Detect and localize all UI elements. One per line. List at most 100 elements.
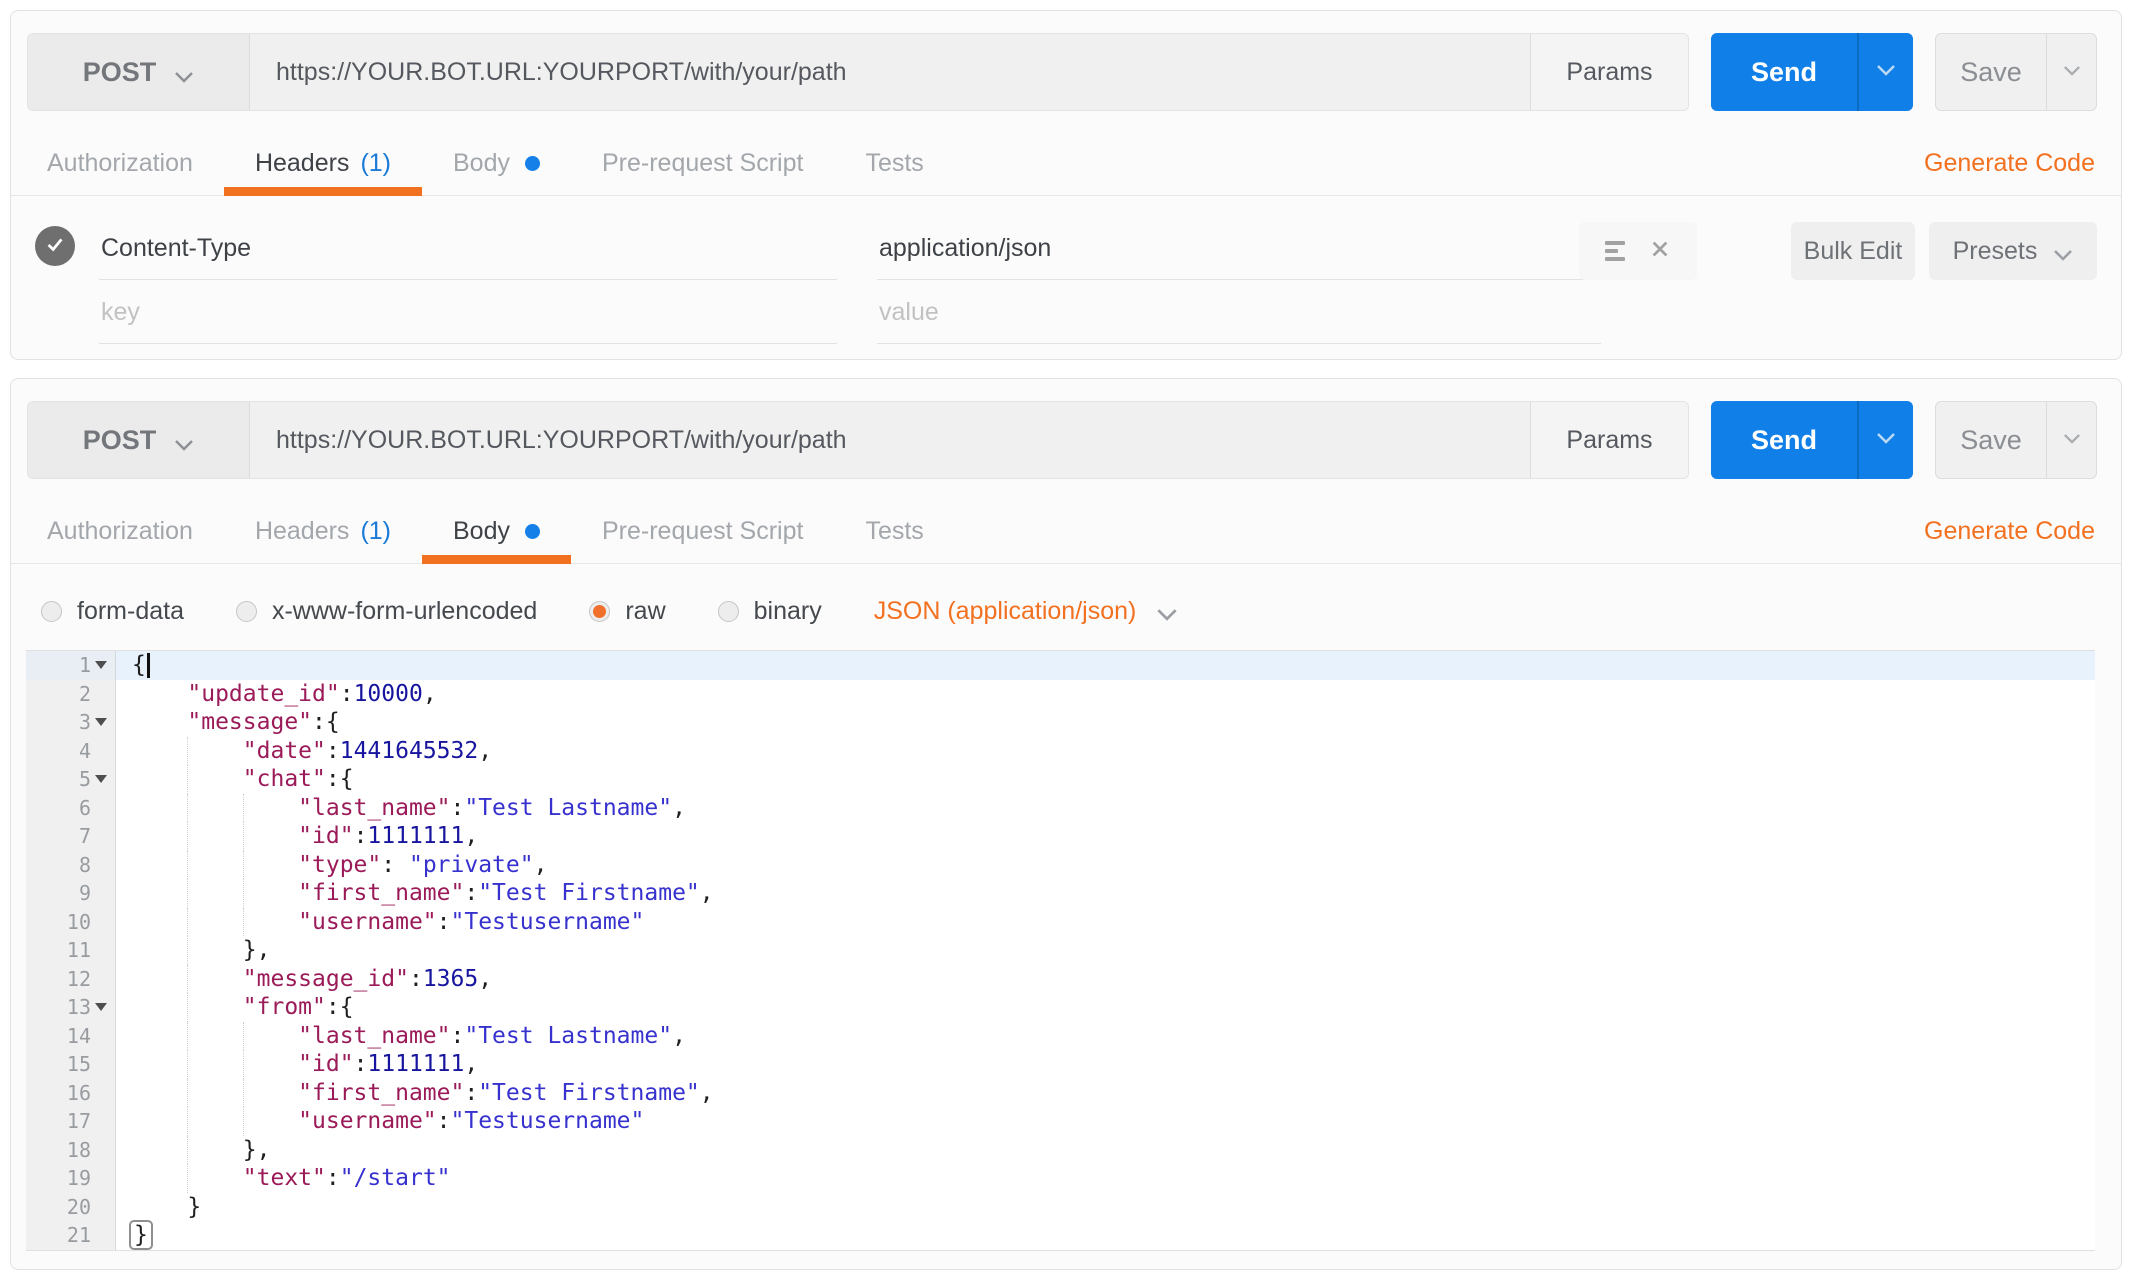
tab-tests[interactable]: Tests [834,135,954,191]
line-number-gutter[interactable]: 20 [26,1192,116,1221]
bulk-edit-button[interactable]: Bulk Edit [1791,222,1915,280]
url-input[interactable]: https://YOUR.BOT.URL:YOURPORT/with/your/… [250,34,1530,110]
fold-toggle-icon[interactable] [91,718,111,727]
code-line-content[interactable]: "from":{ [116,993,2095,1022]
tab-authorization[interactable]: Authorization [35,135,224,191]
code-line-content[interactable]: }, [116,936,2095,965]
code-line-content[interactable]: "id":1111111, [116,1050,2095,1079]
menu-icon[interactable] [1605,241,1625,261]
tab-headers[interactable]: Headers (1) [223,135,423,196]
code-token: }, [242,937,271,964]
code-line-content[interactable]: "chat":{ [116,765,2095,794]
line-number-gutter[interactable]: 17 [26,1107,116,1136]
code-line-content[interactable]: "text": "/start" [116,1164,2095,1193]
save-button[interactable]: Save [1936,402,2046,478]
line-number-gutter[interactable]: 3 [26,708,116,737]
line-number-gutter[interactable]: 19 [26,1164,116,1193]
line-number-gutter[interactable]: 7 [26,822,116,851]
header-row-checkbox[interactable] [35,226,75,266]
generate-code-link[interactable]: Generate Code [1924,149,2095,178]
radio-label: binary [753,596,822,625]
code-line-content[interactable]: "first_name": "Test Firstname", [116,879,2095,908]
tab-label: Tests [865,516,924,545]
code-token: : [325,737,340,764]
header-value-input[interactable]: application/json [877,220,1601,280]
code-line-content[interactable]: "date":1441645532, [116,736,2095,765]
line-number-gutter[interactable]: 18 [26,1135,116,1164]
radio-x-www-form-urlencoded[interactable]: x-www-form-urlencoded [235,597,537,626]
code-line-content[interactable]: } [116,1220,2095,1251]
code-line-content[interactable]: "message_id":1365, [116,964,2095,993]
tab-tests[interactable]: Tests [834,503,954,559]
radio-binary[interactable]: binary [717,596,822,626]
code-token: "username" [298,1108,437,1135]
code-token: :{ [312,709,340,736]
method-dropdown[interactable]: POST [28,402,250,478]
params-button[interactable]: Params [1530,402,1688,478]
new-header-value-input[interactable]: value [877,284,1601,344]
code-line-content[interactable]: "last_name": "Test Lastname", [116,793,2095,822]
fold-toggle-icon[interactable] [91,661,111,670]
line-number-gutter[interactable]: 4 [26,736,116,765]
code-token: { [132,652,146,679]
line-number-gutter[interactable]: 8 [26,850,116,879]
new-header-key-input[interactable]: key [99,284,837,344]
line-number-gutter[interactable]: 16 [26,1078,116,1107]
fold-toggle-icon[interactable] [91,1003,111,1012]
line-number-gutter[interactable]: 1 [26,651,116,680]
line-number-gutter[interactable]: 13 [26,993,116,1022]
send-options-button[interactable] [1857,33,1913,111]
line-number-gutter[interactable]: 11 [26,936,116,965]
code-line-content[interactable]: "username": "Testusername" [116,1107,2095,1136]
save-options-button[interactable] [2046,34,2096,110]
code-line-content[interactable]: } [116,1193,2095,1222]
line-number-gutter[interactable]: 10 [26,907,116,936]
presets-button[interactable]: Presets [1929,222,2097,280]
code-token: "Test Lastname" [464,794,673,821]
tab-pre-request-script[interactable]: Pre-request Script [571,135,834,191]
generate-code-link[interactable]: Generate Code [1924,517,2095,546]
code-line-content[interactable]: "last_name": "Test Lastname", [116,1021,2095,1050]
method-dropdown[interactable]: POST [28,34,250,110]
params-button[interactable]: Params [1530,34,1688,110]
save-button[interactable]: Save [1936,34,2046,110]
radio-icon [589,600,611,622]
line-number-gutter[interactable]: 6 [26,793,116,822]
tab-pre-request-script[interactable]: Pre-request Script [571,503,834,559]
line-number-gutter[interactable]: 12 [26,964,116,993]
code-editor[interactable]: 1 {2 "update_id":10000, 3 "message":{4 "da… [26,650,2095,1251]
body-type-label: JSON (application/json) [873,596,1137,625]
line-number-gutter[interactable]: 9 [26,879,116,908]
line-number-gutter[interactable]: 2 [26,679,116,708]
tab-authorization[interactable]: Authorization [35,503,224,559]
code-line-content[interactable]: "id":1111111, [116,822,2095,851]
delete-icon[interactable] [1649,238,1671,265]
radio-form-data[interactable]: form-data [41,597,184,626]
send-options-button[interactable] [1857,401,1913,479]
code-token: "last_name" [298,794,451,821]
header-key-input[interactable]: Content-Type [99,220,837,280]
tab-body[interactable]: Body [422,135,571,191]
code-line-content[interactable]: "username": "Testusername" [116,907,2095,936]
body-type-select[interactable]: JSON (application/json) [874,595,1179,628]
line-number-gutter[interactable]: 21 [26,1221,116,1250]
line-number-gutter[interactable]: 5 [26,765,116,794]
code-line: 4 "date":1441645532, [26,736,2095,765]
line-number-gutter[interactable]: 14 [26,1021,116,1050]
send-button[interactable]: Send [1711,33,1857,111]
code-line-content[interactable]: "first_name": "Test Firstname", [116,1078,2095,1107]
fold-toggle-icon[interactable] [91,775,111,784]
radio-raw[interactable]: raw [589,597,666,626]
save-options-button[interactable] [2046,402,2096,478]
code-line-content[interactable]: { [116,651,2095,680]
code-line-content[interactable]: "message":{ [116,708,2095,737]
url-input[interactable]: https://YOUR.BOT.URL:YOURPORT/with/your/… [250,402,1530,478]
code-line-content[interactable]: "update_id":10000, [116,680,2095,709]
send-button[interactable]: Send [1711,401,1857,479]
code-token: "private" [408,851,534,878]
code-line-content[interactable]: }, [116,1135,2095,1164]
tab-body[interactable]: Body [422,503,571,564]
line-number-gutter[interactable]: 15 [26,1050,116,1079]
code-line-content[interactable]: "type": "private", [116,850,2095,879]
tab-headers[interactable]: Headers (1) [224,503,422,559]
